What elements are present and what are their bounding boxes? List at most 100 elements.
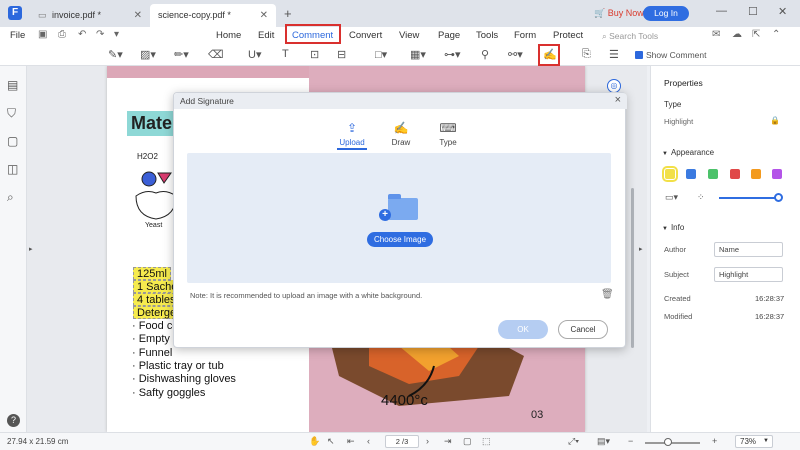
- menu-home[interactable]: Home: [216, 30, 241, 41]
- stamp-icon[interactable]: ⚲: [481, 48, 489, 61]
- login-button[interactable]: Log In: [643, 6, 689, 21]
- ai-assistant-icon[interactable]: ◎: [607, 79, 621, 93]
- author-field[interactable]: Name: [714, 242, 783, 257]
- area-measure-icon[interactable]: ▦▾: [410, 48, 426, 61]
- hand-tool-icon[interactable]: ✋: [309, 436, 320, 447]
- tab-invoice[interactable]: ▭ invoice.pdf * ✕: [30, 4, 150, 27]
- choose-image-button[interactable]: Choose Image: [367, 232, 433, 247]
- close-window-button[interactable]: ✕: [778, 5, 787, 18]
- buy-now-link[interactable]: 🛒 Buy Now: [594, 8, 644, 19]
- fit-page-icon[interactable]: ⤢▾: [568, 436, 579, 447]
- single-page-view-icon[interactable]: ▢: [463, 436, 472, 447]
- distance-icon[interactable]: ⊶▾: [444, 48, 461, 61]
- vertical-scrollbar[interactable]: [631, 188, 634, 348]
- menu-page[interactable]: Page: [438, 30, 460, 41]
- lock-icon[interactable]: 🔒: [770, 116, 780, 125]
- expand-right-arrow-icon[interactable]: ▸: [639, 245, 643, 253]
- menu-edit[interactable]: Edit: [258, 30, 274, 41]
- eraser-icon[interactable]: ⌫: [208, 48, 224, 61]
- tab-type[interactable]: ⌨ Type: [428, 121, 468, 147]
- redo-icon[interactable]: ↷: [96, 29, 104, 40]
- title-bar: F ▭ invoice.pdf * ✕ science-copy.pdf * ✕…: [0, 0, 800, 27]
- menu-form[interactable]: Form: [514, 30, 536, 41]
- color-swatch-green[interactable]: [708, 169, 718, 179]
- minimize-button[interactable]: —: [716, 5, 727, 17]
- last-page-icon[interactable]: ⇥: [444, 436, 452, 447]
- menu-file[interactable]: File: [10, 30, 25, 41]
- zoom-select[interactable]: 73% ▼: [735, 435, 773, 448]
- fit-width-icon[interactable]: ⬚: [482, 436, 491, 447]
- border-color-icon[interactable]: ▭▾: [665, 192, 678, 203]
- comment-list-icon[interactable]: ☰: [609, 48, 619, 61]
- select-tool-icon[interactable]: ↖: [327, 436, 335, 447]
- info-section[interactable]: ▼ Info: [662, 223, 684, 232]
- new-tab-button[interactable]: +: [284, 6, 292, 21]
- undo-icon[interactable]: ↶: [78, 29, 86, 40]
- menu-protect[interactable]: Protect: [553, 30, 583, 41]
- callout-icon[interactable]: ⊟: [337, 48, 346, 61]
- upload-cloud-icon[interactable]: ☁: [732, 29, 742, 40]
- help-icon[interactable]: ?: [7, 414, 20, 427]
- search-panel-icon[interactable]: ⌕: [7, 190, 14, 205]
- page-layout-icon[interactable]: ▤▾: [597, 436, 610, 447]
- tab-upload[interactable]: ⇪ Upload: [332, 121, 372, 150]
- menu-convert[interactable]: Convert: [349, 30, 382, 41]
- zoom-out-icon[interactable]: −: [628, 436, 633, 446]
- zoom-slider-handle[interactable]: [664, 438, 672, 446]
- page-number-input[interactable]: 2 /3: [385, 435, 419, 448]
- print-icon[interactable]: ⎙: [58, 29, 66, 40]
- tab-draw[interactable]: ✍ Draw: [381, 121, 421, 147]
- tab-science-copy[interactable]: science-copy.pdf * ✕: [150, 4, 276, 27]
- expand-left-arrow-icon[interactable]: ▸: [29, 245, 33, 253]
- trash-icon[interactable]: 🗑: [601, 289, 614, 300]
- close-tab-icon[interactable]: ✕: [260, 4, 268, 27]
- dialog-header: Add Signature ×: [174, 93, 627, 109]
- upload-icon: ⇪: [346, 121, 358, 135]
- bookmark-icon[interactable]: ⛉: [7, 106, 16, 121]
- subject-field[interactable]: Highlight: [714, 267, 783, 282]
- list-item: · Funnel: [132, 347, 173, 359]
- zoom-slider-track[interactable]: [645, 442, 700, 444]
- opacity-slider-track[interactable]: [719, 197, 779, 199]
- close-tab-icon[interactable]: ✕: [134, 4, 142, 27]
- color-swatch-yellow[interactable]: [662, 166, 678, 182]
- underline-icon[interactable]: U▾: [248, 48, 261, 61]
- close-icon[interactable]: ×: [615, 94, 621, 106]
- comment-icon[interactable]: ▢: [7, 134, 18, 148]
- upload-drop-zone[interactable]: + Choose Image: [187, 153, 611, 283]
- color-swatch-blue[interactable]: [686, 169, 696, 179]
- save-icon[interactable]: ▣: [38, 29, 47, 40]
- pencil-icon[interactable]: ✏▾: [174, 48, 189, 61]
- quick-access-dropdown-icon[interactable]: ▾: [114, 29, 119, 40]
- attachment-icon[interactable]: ◫: [7, 162, 18, 176]
- first-page-icon[interactable]: ⇤: [347, 436, 355, 447]
- textbox-icon[interactable]: ⊡: [310, 48, 319, 61]
- thumbnails-icon[interactable]: ▤: [7, 78, 18, 92]
- shape-icon[interactable]: □▾: [375, 48, 387, 61]
- appearance-section[interactable]: ▼ Appearance: [662, 148, 714, 157]
- next-page-icon[interactable]: ›: [426, 436, 429, 446]
- cancel-button[interactable]: Cancel: [558, 320, 608, 339]
- area-highlight-icon[interactable]: ▨▾: [140, 48, 156, 61]
- text-icon[interactable]: T: [282, 48, 289, 60]
- previous-page-icon[interactable]: ‹: [367, 436, 370, 446]
- show-comment-toggle[interactable]: Show Comment: [635, 50, 706, 60]
- attachment-stamp-icon[interactable]: ⚯▾: [508, 48, 523, 61]
- menu-view[interactable]: View: [399, 30, 419, 41]
- ok-button[interactable]: OK: [498, 320, 548, 339]
- collapse-ribbon-icon[interactable]: ⌃: [772, 29, 780, 40]
- zoom-in-icon[interactable]: +: [712, 436, 717, 446]
- maximize-button[interactable]: ☐: [748, 5, 758, 18]
- search-tools-input[interactable]: ⌕ Search Tools: [602, 31, 658, 42]
- color-swatch-red[interactable]: [730, 169, 740, 179]
- add-signature-dialog: Add Signature × ⇪ Upload ✍ Draw ⌨ Type +…: [173, 92, 627, 348]
- highlight-tool-icon[interactable]: ✎▾: [108, 48, 123, 61]
- share-icon[interactable]: ✉: [712, 29, 720, 40]
- highlighted-item[interactable]: 125ml: [133, 267, 171, 280]
- menu-tools[interactable]: Tools: [476, 30, 498, 41]
- color-swatch-purple[interactable]: [772, 169, 782, 179]
- color-swatch-orange[interactable]: [751, 169, 761, 179]
- opacity-slider-handle[interactable]: [774, 193, 783, 202]
- attach-file-icon[interactable]: ⎘: [582, 48, 591, 61]
- dock-icon[interactable]: ⇱: [752, 29, 760, 40]
